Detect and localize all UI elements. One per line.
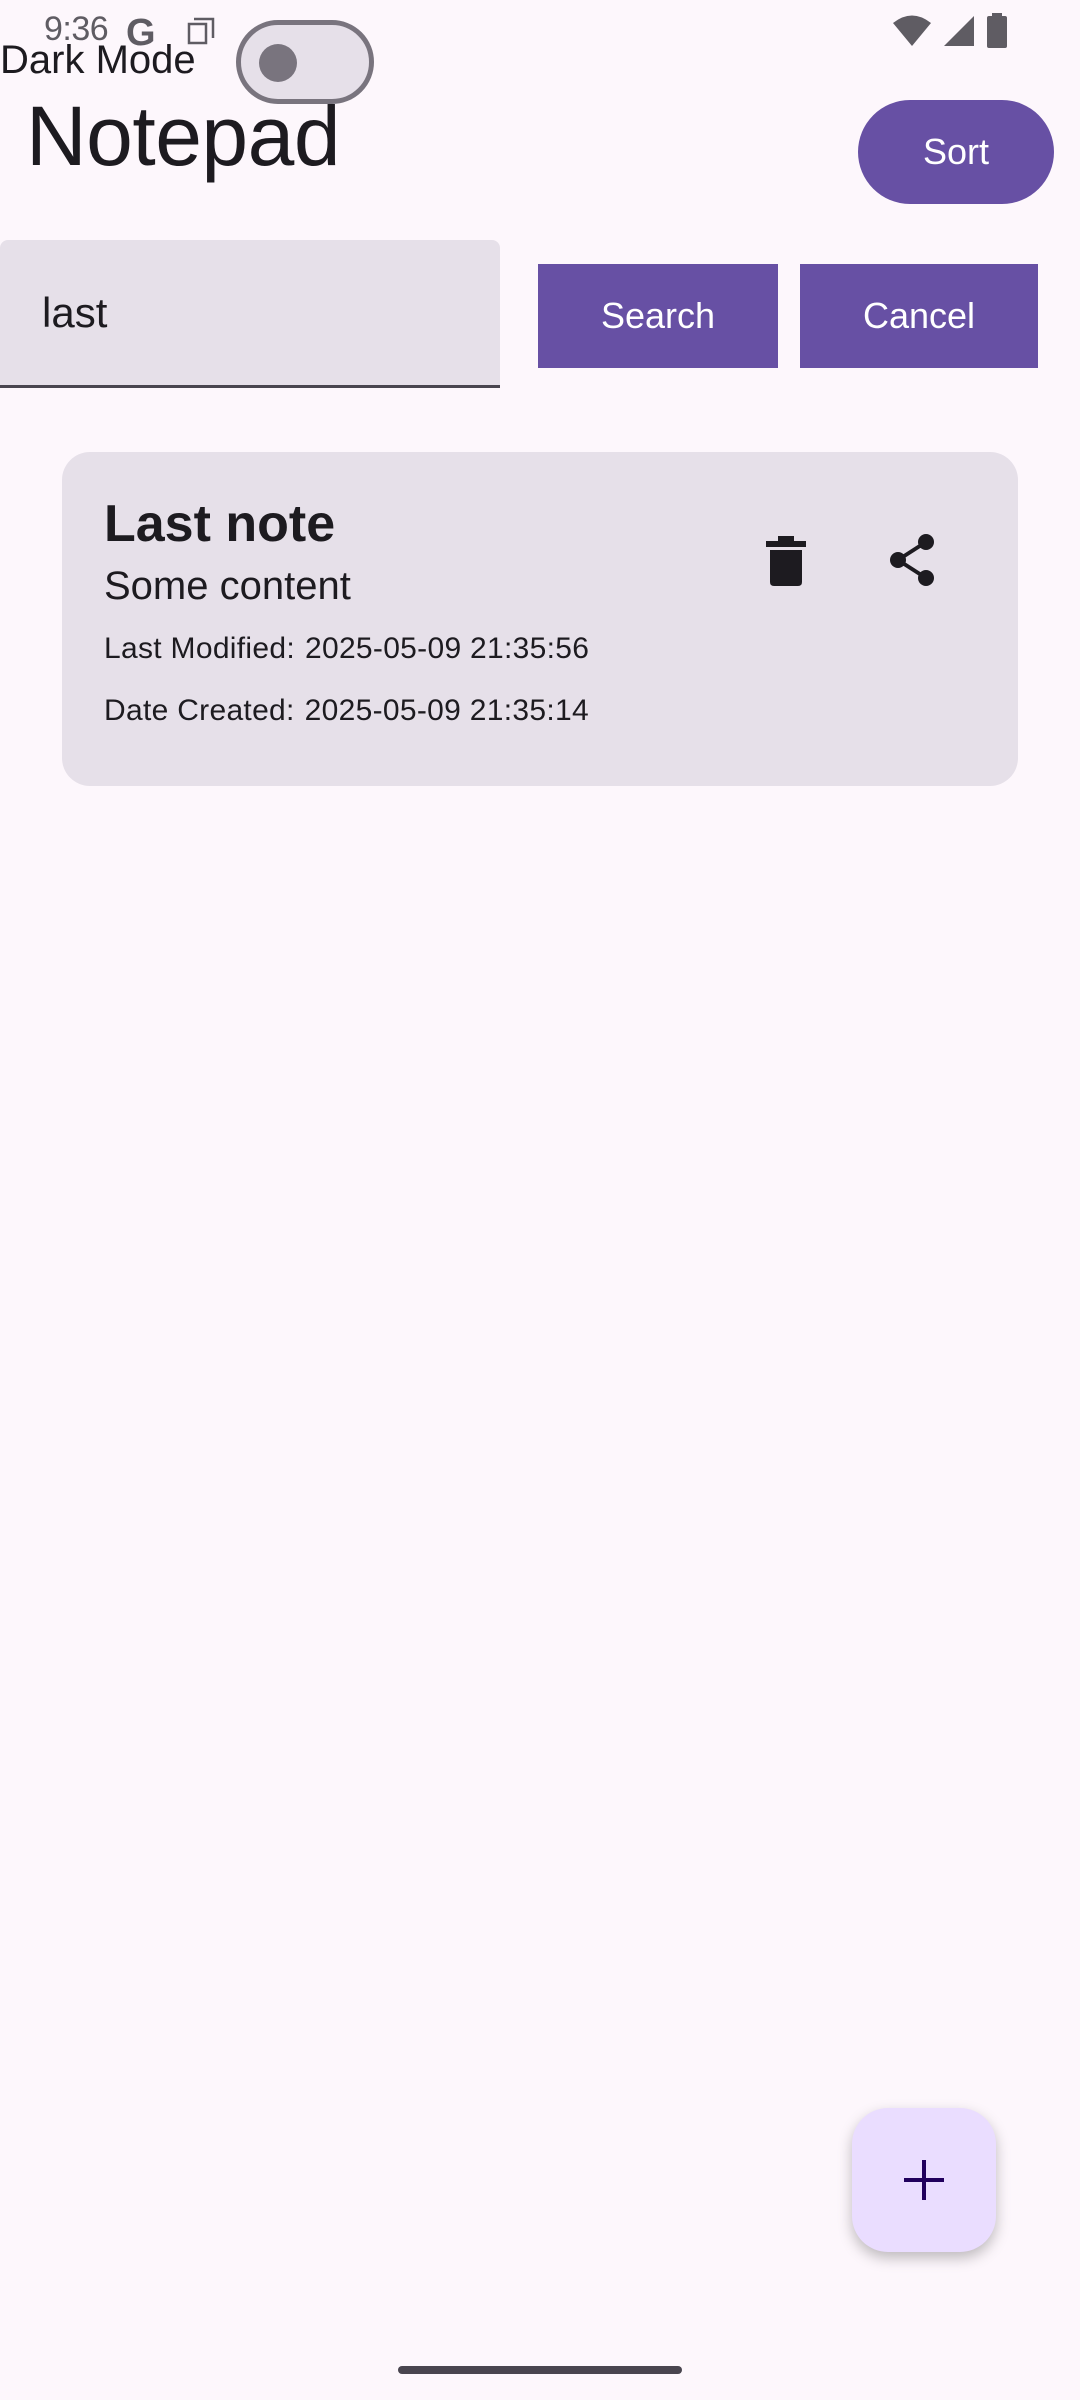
date-created-label: Date Created: xyxy=(104,694,295,727)
toggle-knob xyxy=(259,44,297,82)
page-title: Notepad xyxy=(26,89,341,183)
last-modified: Last Modified: 2025-05-09 21:35:56 xyxy=(104,632,589,666)
note-title: Last note xyxy=(104,495,336,553)
search-input[interactable]: last xyxy=(0,240,500,388)
plus-icon xyxy=(904,2160,944,2200)
last-modified-label: Last Modified: xyxy=(104,632,295,665)
note-card[interactable]: Last note Some content Last Modified: 20… xyxy=(62,452,1018,786)
note-content: Some content xyxy=(104,564,351,608)
add-note-button[interactable] xyxy=(852,2108,996,2252)
signal-icon xyxy=(944,16,974,46)
status-icons xyxy=(892,13,1008,48)
wifi-icon xyxy=(893,15,931,46)
cancel-button[interactable]: Cancel xyxy=(800,264,1038,368)
date-created: Date Created: 2025-05-09 21:35:14 xyxy=(104,694,589,728)
share-icon[interactable] xyxy=(880,528,944,592)
battery-icon xyxy=(987,13,1007,48)
notepad-screen: 9:36 G Dark Mode Notepad Sort last Searc… xyxy=(0,0,1080,2400)
search-button[interactable]: Search xyxy=(538,264,778,368)
last-modified-value: 2025-05-09 21:35:56 xyxy=(304,632,590,665)
date-created-value: 2025-05-09 21:35:14 xyxy=(304,694,589,727)
home-indicator[interactable] xyxy=(398,2366,682,2374)
dark-mode-label: Dark Mode xyxy=(0,38,196,82)
delete-icon[interactable] xyxy=(754,528,818,592)
sort-button[interactable]: Sort xyxy=(858,100,1054,204)
